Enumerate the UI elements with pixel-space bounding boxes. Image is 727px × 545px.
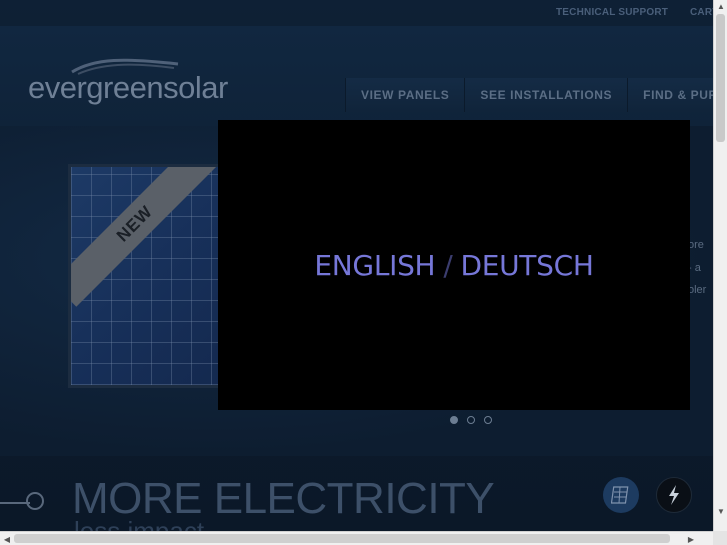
promo-subtitle: less impact <box>74 516 205 531</box>
lightning-bolt-icon <box>669 485 679 505</box>
language-options: ENGLISH / DEUTSCH <box>314 248 594 282</box>
scroll-up-arrow-icon[interactable]: ▲ <box>715 0 727 12</box>
technical-support-link[interactable]: TECHNICAL SUPPORT <box>556 7 668 18</box>
site-header: evergreensolar VIEW PANELS SEE INSTALLAT… <box>0 26 713 126</box>
scroll-left-arrow-icon[interactable]: ◀ <box>1 533 13 545</box>
horizontal-scrollbar[interactable]: ◀ ▶ <box>0 531 713 545</box>
panels-button[interactable] <box>603 477 639 513</box>
hero-text-fragment: ore <box>688 239 704 251</box>
new-badge: NEW <box>71 167 218 307</box>
solar-panel-icon <box>611 486 629 504</box>
hero-text-fragment: oler <box>688 284 707 296</box>
english-link[interactable]: ENGLISH <box>314 249 435 282</box>
evergreen-solar-logo[interactable]: evergreensolar <box>28 70 228 106</box>
slider-pagination <box>450 416 492 424</box>
utility-bar: TECHNICAL SUPPORT CART <box>0 0 713 26</box>
horizontal-scrollbar-thumb[interactable] <box>14 534 670 543</box>
main-nav: VIEW PANELS SEE INSTALLATIONS FIND & PUR… <box>345 78 713 112</box>
deutsch-link[interactable]: DEUTSCH <box>460 249 593 282</box>
vertical-scrollbar-thumb[interactable] <box>716 14 725 142</box>
scrollbar-corner <box>713 531 727 545</box>
promo-circle-decoration <box>26 492 44 510</box>
language-selector-overlay: ENGLISH / DEUTSCH <box>218 120 690 410</box>
vertical-scrollbar[interactable]: ▲ ▼ <box>713 0 727 531</box>
slider-dot-2[interactable] <box>467 416 475 424</box>
language-separator: / <box>443 248 453 282</box>
electricity-button[interactable] <box>656 477 692 513</box>
solar-panel-image[interactable]: NEW <box>68 164 224 388</box>
slider-dot-3[interactable] <box>484 416 492 424</box>
website-viewport: TECHNICAL SUPPORT CART evergreensolar VI… <box>0 0 713 531</box>
scroll-down-arrow-icon[interactable]: ▼ <box>715 505 727 517</box>
nav-find-purchase[interactable]: FIND & PURCHASE <box>627 78 713 112</box>
cart-link[interactable]: CART <box>690 7 713 18</box>
slider-dot-1[interactable] <box>450 416 458 424</box>
nav-see-installations[interactable]: SEE INSTALLATIONS <box>464 78 628 112</box>
scroll-right-arrow-icon[interactable]: ▶ <box>685 533 697 545</box>
nav-view-panels[interactable]: VIEW PANELS <box>345 78 465 112</box>
